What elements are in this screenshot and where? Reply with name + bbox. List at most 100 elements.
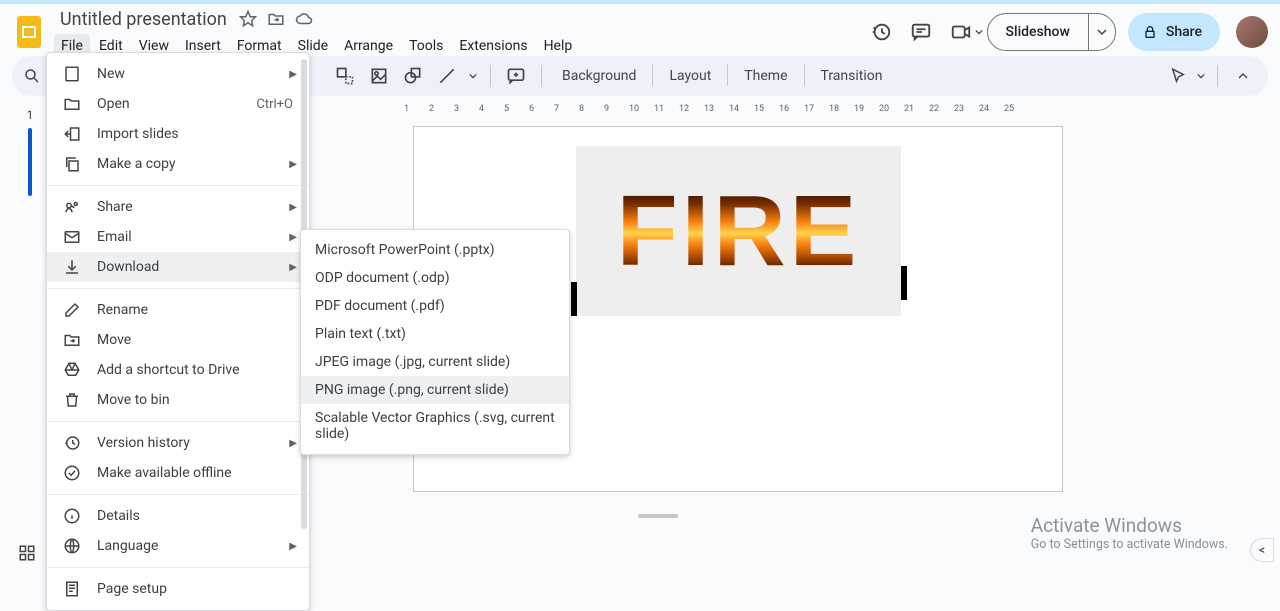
menu-separator bbox=[47, 185, 309, 186]
file-menu-email[interactable]: Email▶ bbox=[47, 222, 309, 252]
doc-title[interactable]: Untitled presentation bbox=[56, 7, 231, 32]
activate-title: Activate Windows bbox=[1031, 514, 1228, 537]
menu-separator bbox=[47, 288, 309, 289]
selection-handle-left[interactable] bbox=[571, 282, 577, 316]
file-menu: New▶OpenCtrl+OImport slidesMake a copy▶S… bbox=[46, 52, 310, 611]
download-option-4[interactable]: JPEG image (.jpg, current slide) bbox=[301, 348, 569, 376]
slides-logo[interactable] bbox=[12, 12, 46, 52]
activate-sub: Go to Settings to activate Windows. bbox=[1031, 537, 1228, 552]
meet-icon[interactable] bbox=[947, 18, 975, 46]
file-menu-make-a-copy[interactable]: Make a copy▶ bbox=[47, 149, 309, 179]
move-icon bbox=[63, 331, 83, 349]
line-icon[interactable] bbox=[432, 61, 462, 91]
toolbar-theme[interactable]: Theme bbox=[734, 64, 797, 88]
cursor-dropdown[interactable] bbox=[1197, 72, 1207, 80]
fm-label: Add a shortcut to Drive bbox=[97, 362, 293, 378]
mask-icon[interactable] bbox=[330, 61, 360, 91]
shape-icon[interactable] bbox=[398, 61, 428, 91]
file-menu-rename[interactable]: Rename bbox=[47, 295, 309, 325]
ruler-mark: 12 bbox=[679, 104, 689, 114]
file-menu-page-setup[interactable]: Page setup bbox=[47, 574, 309, 604]
collapse-icon[interactable] bbox=[1228, 61, 1258, 91]
ruler-mark: 16 bbox=[779, 104, 789, 114]
crop-icon[interactable] bbox=[364, 61, 394, 91]
slides-logo-icon bbox=[16, 15, 42, 49]
fm-label: Move to bin bbox=[97, 392, 293, 408]
download-option-1[interactable]: ODP document (.odp) bbox=[301, 264, 569, 292]
ruler-mark: 9 bbox=[604, 104, 609, 114]
account-avatar[interactable] bbox=[1236, 16, 1268, 48]
fm-label: Email bbox=[97, 229, 293, 245]
fm-label: Make a copy bbox=[97, 156, 293, 172]
separator bbox=[727, 64, 728, 86]
history-icon[interactable] bbox=[867, 18, 895, 46]
submenu-arrow-icon: ▶ bbox=[289, 159, 297, 170]
ruler-mark: 8 bbox=[579, 104, 584, 114]
cursor-icon[interactable] bbox=[1163, 61, 1193, 91]
slide-thumbnail[interactable] bbox=[28, 128, 32, 196]
comments-icon[interactable] bbox=[907, 18, 935, 46]
share-button[interactable]: Share bbox=[1128, 13, 1220, 51]
lock-icon bbox=[1142, 24, 1158, 40]
submenu-arrow-icon: ▶ bbox=[289, 438, 297, 449]
fm-label: Language bbox=[97, 538, 293, 554]
email-icon bbox=[63, 228, 83, 246]
menu-arrange[interactable]: Arrange bbox=[337, 34, 400, 58]
file-menu-download[interactable]: Download▶ bbox=[47, 252, 309, 282]
notes-resize-handle[interactable] bbox=[638, 514, 678, 518]
file-menu-open[interactable]: OpenCtrl+O bbox=[47, 89, 309, 119]
ruler-mark: 5 bbox=[504, 104, 509, 114]
download-submenu: Microsoft PowerPoint (.pptx)ODP document… bbox=[300, 229, 570, 455]
fire-image-object[interactable]: FIRE bbox=[576, 146, 901, 316]
toolbar-transition[interactable]: Transition bbox=[811, 64, 893, 88]
header: Untitled presentation FileEditViewInsert… bbox=[0, 4, 1280, 56]
download-option-5[interactable]: PNG image (.png, current slide) bbox=[301, 376, 569, 404]
menu-help[interactable]: Help bbox=[537, 34, 580, 58]
page-icon bbox=[63, 580, 83, 598]
file-menu-new[interactable]: New▶ bbox=[47, 59, 309, 89]
slideshow-label: Slideshow bbox=[988, 14, 1089, 50]
file-menu-share[interactable]: Share▶ bbox=[47, 192, 309, 222]
menu-extensions[interactable]: Extensions bbox=[452, 34, 534, 58]
selection-handle-right[interactable] bbox=[901, 266, 907, 300]
file-menu-import-slides[interactable]: Import slides bbox=[47, 119, 309, 149]
fm-label: New bbox=[97, 66, 293, 82]
move-icon[interactable] bbox=[267, 10, 285, 28]
toolbar-background[interactable]: Background bbox=[552, 64, 646, 88]
cloud-icon[interactable] bbox=[295, 10, 313, 28]
star-icon[interactable] bbox=[239, 10, 257, 28]
fm-label: Open bbox=[97, 96, 242, 112]
slide-number: 1 bbox=[27, 108, 34, 122]
file-menu-make-available-offline[interactable]: Make available offline bbox=[47, 458, 309, 488]
ruler-mark: 4 bbox=[479, 104, 484, 114]
ruler-mark: 1 bbox=[404, 104, 409, 114]
submenu-arrow-icon: ▶ bbox=[289, 202, 297, 213]
comment-add-icon[interactable] bbox=[501, 61, 531, 91]
file-menu-details[interactable]: Details bbox=[47, 501, 309, 531]
search-icon[interactable] bbox=[22, 61, 42, 91]
download-option-2[interactable]: PDF document (.pdf) bbox=[301, 292, 569, 320]
download-option-0[interactable]: Microsoft PowerPoint (.pptx) bbox=[301, 236, 569, 264]
grid-view-icon[interactable] bbox=[18, 544, 36, 562]
menu-tools[interactable]: Tools bbox=[402, 34, 450, 58]
toolbar-layout[interactable]: Layout bbox=[659, 64, 721, 88]
line-dropdown[interactable] bbox=[466, 61, 480, 91]
file-menu-version-history[interactable]: Version history▶ bbox=[47, 428, 309, 458]
file-menu-language[interactable]: Language▶ bbox=[47, 531, 309, 561]
download-option-3[interactable]: Plain text (.txt) bbox=[301, 320, 569, 348]
copy-icon bbox=[63, 155, 83, 173]
explore-button[interactable]: < bbox=[1250, 538, 1274, 562]
ruler-mark: 3 bbox=[454, 104, 459, 114]
fire-text: FIRE bbox=[617, 189, 861, 274]
ruler-mark: 15 bbox=[754, 104, 764, 114]
new-icon bbox=[63, 65, 83, 83]
file-menu-move-to-bin[interactable]: Move to bin bbox=[47, 385, 309, 415]
file-menu-add-a-shortcut-to-drive[interactable]: Add a shortcut to Drive bbox=[47, 355, 309, 385]
download-option-6[interactable]: Scalable Vector Graphics (.svg, current … bbox=[301, 404, 569, 448]
file-menu-move[interactable]: Move bbox=[47, 325, 309, 355]
slideshow-dropdown[interactable] bbox=[1089, 14, 1115, 50]
import-icon bbox=[63, 125, 83, 143]
separator bbox=[652, 64, 653, 86]
separator bbox=[490, 65, 491, 87]
slideshow-button[interactable]: Slideshow bbox=[987, 13, 1116, 51]
